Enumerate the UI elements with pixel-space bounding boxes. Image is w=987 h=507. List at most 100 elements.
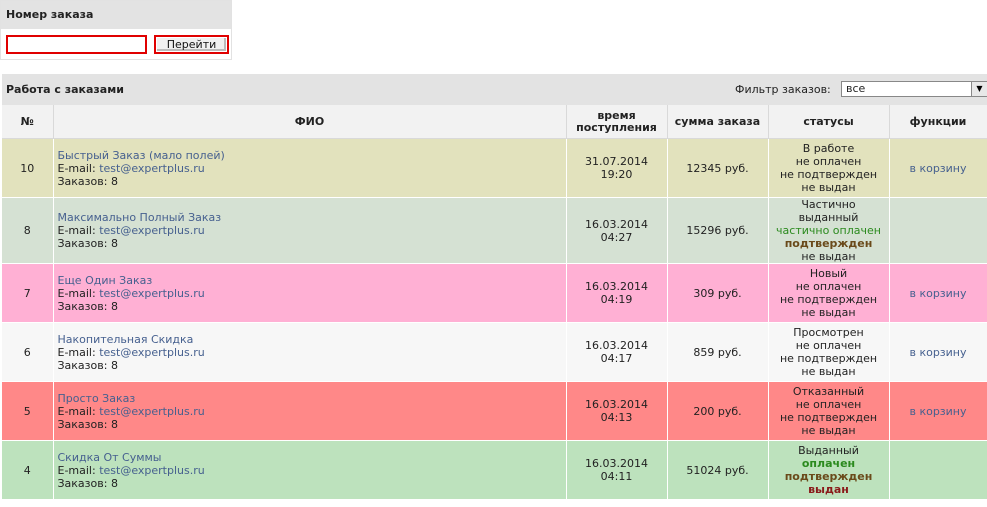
order-email-line: E-mail: test@expertplus.ru [58, 346, 566, 359]
order-name-link[interactable]: Скидка От Суммы [58, 451, 566, 464]
order-name-link[interactable]: Максимально Полный Заказ [58, 211, 566, 224]
add-to-cart-link[interactable]: в корзину [909, 162, 966, 175]
col-header-time-label: время поступления [576, 108, 657, 134]
orders-count: Заказов: 8 [57, 476, 118, 490]
order-name-link[interactable]: Накопительная Скидка [58, 333, 566, 346]
order-functions-cell: в корзину [889, 381, 987, 441]
col-header-status: статусы [768, 105, 890, 139]
email-label: E-mail: [57, 286, 96, 300]
status-confirmation: не подтвержден [779, 352, 878, 365]
add-to-cart-link[interactable]: в корзину [909, 346, 966, 359]
col-header-time: время поступления [566, 105, 668, 139]
order-time: 04:11 [600, 470, 633, 483]
table-row: 6 Накопительная Скидка E-mail: test@expe… [2, 322, 987, 382]
order-time-cell: 16.03.2014 04:27 [566, 197, 668, 264]
order-sum: 200 руб. [667, 381, 769, 441]
order-sum: 15296 руб. [667, 197, 769, 264]
order-time: 04:19 [600, 293, 633, 306]
status-delivery: не выдан [801, 181, 856, 194]
order-time-cell: 16.03.2014 04:11 [566, 440, 668, 500]
order-number: 10 [2, 138, 54, 198]
status-state: Просмотрен [793, 326, 864, 339]
status-payment: не оплачен [795, 155, 862, 168]
table-row: 7 Еще Один Заказ E-mail: test@expertplus… [2, 263, 987, 323]
status-delivery: выдан [808, 483, 849, 496]
order-customer-cell: Еще Один Заказ E-mail: test@expertplus.r… [53, 263, 567, 323]
order-time: 04:27 [600, 230, 633, 244]
order-search-title: Номер заказа [1, 1, 231, 29]
status-state: Новый [809, 267, 848, 280]
email-link[interactable]: test@expertplus.ru [99, 287, 205, 300]
col-header-sum: сумма заказа [667, 105, 769, 139]
order-date: 16.03.2014 [585, 339, 648, 352]
order-functions-cell [889, 440, 987, 500]
table-row: 8 Максимально Полный Заказ E-mail: test@… [2, 197, 987, 264]
order-number: 7 [2, 263, 54, 323]
col-header-name: ФИО [53, 105, 567, 139]
order-status-cell: Просмотрен не оплачен не подтвержден не … [768, 322, 890, 382]
order-time-cell: 16.03.2014 04:19 [566, 263, 668, 323]
order-time-cell: 31.07.2014 19:20 [566, 138, 668, 198]
email-label: E-mail: [57, 345, 96, 359]
orders-filter-select[interactable]: все ▼ [841, 81, 987, 97]
order-date: 31.07.2014 [585, 155, 648, 168]
order-date: 16.03.2014 [585, 398, 648, 411]
order-functions-cell: в корзину [889, 263, 987, 323]
order-email-line: E-mail: test@expertplus.ru [58, 405, 566, 418]
order-number-input[interactable] [6, 35, 147, 54]
status-confirmation: подтвержден [784, 237, 873, 250]
status-confirmation: не подтвержден [779, 293, 878, 306]
email-link[interactable]: test@expertplus.ru [99, 464, 205, 477]
order-customer-cell: Просто Заказ E-mail: test@expertplus.ru … [53, 381, 567, 441]
order-status-cell: В работе не оплачен не подтвержден не вы… [768, 138, 890, 198]
table-row: 10 Быстрый Заказ (мало полей) E-mail: te… [2, 138, 987, 198]
add-to-cart-link[interactable]: в корзину [909, 287, 966, 300]
email-link[interactable]: test@expertplus.ru [99, 224, 205, 237]
col-header-functions: функции [889, 105, 987, 139]
status-payment: оплачен [801, 457, 856, 470]
status-delivery: не выдан [801, 365, 856, 378]
order-name-link[interactable]: Быстрый Заказ (мало полей) [58, 149, 566, 162]
orders-count: Заказов: 8 [57, 417, 118, 431]
order-name-link[interactable]: Еще Один Заказ [58, 274, 566, 287]
order-time: 04:17 [600, 352, 633, 365]
order-functions-cell [889, 197, 987, 264]
email-link[interactable]: test@expertplus.ru [99, 405, 205, 418]
order-status-cell: Отказанный не оплачен не подтвержден не … [768, 381, 890, 441]
order-number: 8 [2, 197, 54, 264]
orders-header: Работа с заказами Фильтр заказов: все ▼ [2, 74, 987, 105]
status-payment: не оплачен [795, 339, 862, 352]
status-delivery: не выдан [801, 424, 856, 437]
orders-title: Работа с заказами [6, 83, 124, 96]
dropdown-arrow-icon[interactable]: ▼ [971, 82, 987, 96]
order-number: 5 [2, 381, 54, 441]
status-confirmation: подтвержден [784, 470, 873, 483]
status-payment: частично оплачен [776, 224, 881, 237]
order-customer-cell: Накопительная Скидка E-mail: test@expert… [53, 322, 567, 382]
order-name-link[interactable]: Просто Заказ [58, 392, 566, 405]
order-email-line: E-mail: test@expertplus.ru [58, 464, 566, 477]
status-state: Частично выданный [798, 198, 859, 224]
status-delivery: не выдан [801, 250, 856, 263]
orders-count: Заказов: 8 [57, 358, 118, 372]
order-sum: 309 руб. [667, 263, 769, 323]
order-status-cell: Частично выданный частично оплачен подтв… [768, 197, 890, 264]
orders-count: Заказов: 8 [57, 299, 118, 313]
table-row: 4 Скидка От Суммы E-mail: test@expertplu… [2, 440, 987, 500]
email-link[interactable]: test@expertplus.ru [99, 346, 205, 359]
orders-count: Заказов: 8 [57, 174, 118, 188]
order-sum: 51024 руб. [667, 440, 769, 500]
email-link[interactable]: test@expertplus.ru [99, 162, 205, 175]
order-customer-cell: Максимально Полный Заказ E-mail: test@ex… [53, 197, 567, 264]
order-time-cell: 16.03.2014 04:17 [566, 322, 668, 382]
order-customer-cell: Скидка От Суммы E-mail: test@expertplus.… [53, 440, 567, 500]
order-status-cell: Выданный оплачен подтвержден выдан [768, 440, 890, 500]
add-to-cart-link[interactable]: в корзину [909, 405, 966, 418]
order-customer-cell: Быстрый Заказ (мало полей) E-mail: test@… [53, 138, 567, 198]
order-search-panel: Номер заказа Перейти [0, 0, 232, 60]
order-status-cell: Новый не оплачен не подтвержден не выдан [768, 263, 890, 323]
order-email-line: E-mail: test@expertplus.ru [58, 287, 566, 300]
order-email-line: E-mail: test@expertplus.ru [58, 224, 566, 237]
go-button[interactable]: Перейти [154, 35, 229, 54]
status-confirmation: не подтвержден [779, 168, 878, 181]
